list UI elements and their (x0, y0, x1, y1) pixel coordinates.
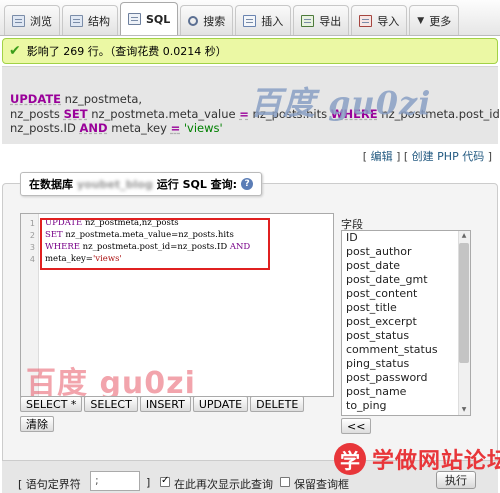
tab-label: 浏览 (30, 14, 52, 28)
watermark-top: 百度 gu0zi (250, 84, 432, 122)
tab-bar: 浏览 结构 SQL 搜索 插入 导出 导入 ▼ 更多 (0, 0, 500, 36)
tab-label: 插入 (261, 14, 284, 28)
help-icon[interactable]: ? (241, 178, 254, 190)
create-php-link[interactable]: 创建 PHP 代码 (412, 150, 485, 163)
delete-button[interactable]: DELETE (250, 396, 305, 412)
tab-more[interactable]: ▼ 更多 (409, 5, 460, 35)
check-icon: ✔ (9, 43, 21, 59)
line-number: 3 (29, 243, 35, 252)
export-icon (301, 14, 315, 27)
list-item[interactable]: post_date (342, 259, 470, 273)
list-item[interactable]: ping_status (342, 357, 470, 371)
logo-mark: 学 (334, 443, 366, 475)
scroll-up-icon[interactable]: ▲ (458, 231, 470, 241)
chevron-down-icon: ▼ (417, 15, 425, 26)
logo-text: 学做网站论坛 (372, 449, 500, 474)
sql-text: nz_posts (10, 107, 64, 121)
query-line-3: nz_posts.ID AND meta_key = 'views' (10, 121, 223, 135)
show-again-label: 在此再次显示此查询 (174, 478, 273, 491)
sql-text: nz_postmeta.meta_value (87, 107, 240, 121)
list-item[interactable]: post_name (342, 385, 470, 399)
list-item[interactable]: post_excerpt (342, 315, 470, 329)
browse-icon (12, 14, 25, 27)
sql-operator[interactable]: = (171, 121, 181, 135)
tab-insert[interactable]: 插入 (235, 5, 292, 35)
keep-box-checkbox[interactable] (280, 477, 290, 487)
tab-label: 导入 (377, 14, 400, 28)
select-button[interactable]: SELECT (84, 396, 138, 412)
highlight-box (40, 218, 270, 270)
sql-text: nz_posts.ID (10, 121, 80, 135)
query-template-buttons: SELECT * SELECT INSERT UPDATE DELETE (20, 396, 305, 412)
line-number: 4 (29, 255, 35, 264)
sql-keyword[interactable]: AND (79, 121, 107, 135)
tab-search[interactable]: 搜索 (180, 5, 234, 35)
fieldset-legend: 在数据库 youbet_blog 运行 SQL 查询: ? (20, 172, 263, 196)
tab-label: 搜索 (203, 14, 226, 28)
sql-keyword[interactable]: SET (64, 107, 88, 121)
select-all-button[interactable]: SELECT * (20, 396, 83, 412)
execute-button[interactable]: 执行 (436, 471, 476, 489)
list-item[interactable]: post_password (342, 371, 470, 385)
sql-text: nz_postmeta, (61, 92, 143, 106)
delimiter-input[interactable]: ; (90, 471, 140, 491)
scrollbar[interactable]: ▲ ▼ (458, 231, 470, 415)
tab-label: 结构 (88, 14, 110, 28)
sql-icon (128, 13, 141, 25)
insert-button[interactable]: INSERT (139, 396, 191, 412)
legend-suffix: 运行 SQL 查询: (156, 178, 238, 191)
list-item[interactable]: post_status (342, 329, 470, 343)
structure-icon (70, 14, 83, 27)
delimiter-label: [ 语句定界符 (18, 478, 81, 491)
tab-export[interactable]: 导出 (293, 5, 350, 35)
success-text: 影响了 269 行。（查询花费 0.0214 秒） (26, 45, 227, 58)
delimiter-bracket: ] (146, 476, 151, 489)
show-again-checkbox[interactable] (160, 475, 170, 487)
field-list[interactable]: ID post_author post_date post_date_gmt p… (341, 230, 471, 416)
sql-text: meta_key (107, 121, 171, 135)
database-name: youbet_blog (77, 177, 153, 191)
tab-label: SQL (146, 12, 171, 26)
line-number: 2 (29, 231, 35, 240)
sql-keyword[interactable]: UPDATE (10, 92, 61, 106)
tab-browse[interactable]: 浏览 (4, 5, 60, 35)
scrollbar-thumb[interactable] (459, 243, 469, 363)
insert-icon (243, 14, 257, 27)
sql-string: 'views' (180, 121, 223, 135)
list-item[interactable]: ID (342, 231, 470, 245)
insert-field-button[interactable]: << (341, 418, 372, 434)
list-item[interactable]: post_date_gmt (342, 273, 470, 287)
scroll-down-icon[interactable]: ▼ (458, 405, 470, 415)
query-line-1: UPDATE nz_postmeta, (10, 92, 142, 106)
query-links: [ 编辑 ] [ 创建 PHP 代码 ] (362, 150, 492, 163)
list-item[interactable]: to_ping (342, 399, 470, 413)
tab-label: 更多 (429, 14, 452, 28)
update-button[interactable]: UPDATE (192, 396, 249, 412)
tab-import[interactable]: 导入 (351, 5, 408, 35)
list-item[interactable]: post_content (342, 287, 470, 301)
clear-button[interactable]: 清除 (20, 416, 54, 432)
tab-label: 导出 (319, 14, 342, 28)
import-icon (359, 14, 373, 27)
line-number: 1 (29, 219, 35, 228)
legend-prefix: 在数据库 (29, 178, 73, 191)
list-item[interactable]: post_title (342, 301, 470, 315)
list-item[interactable]: comment_status (342, 343, 470, 357)
tab-sql[interactable]: SQL (120, 2, 179, 35)
list-item[interactable]: post_author (342, 245, 470, 259)
tab-structure[interactable]: 结构 (62, 5, 118, 35)
sql-operator[interactable]: = (239, 107, 249, 121)
success-message: ✔ 影响了 269 行。（查询花费 0.0214 秒） (2, 38, 498, 64)
edit-link[interactable]: 编辑 (371, 150, 393, 163)
search-icon (188, 15, 199, 26)
